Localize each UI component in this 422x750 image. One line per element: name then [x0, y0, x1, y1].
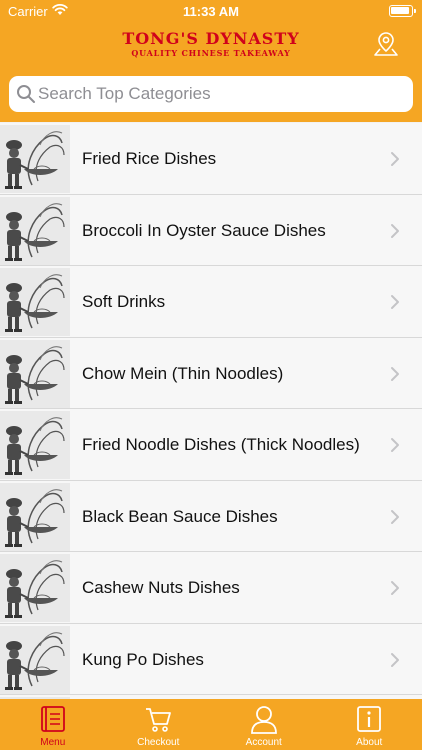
- brand-logo: TONG'S DYNASTY QUALITY CHINESE TAKEAWAY: [0, 29, 422, 59]
- category-row[interactable]: Cashew Nuts Dishes: [0, 552, 422, 624]
- chevron-right-icon: [391, 652, 399, 667]
- status-bar: Carrier 11:33 AM: [0, 0, 422, 22]
- tab-label: Checkout: [137, 737, 180, 748]
- brand-title: TONG'S DYNASTY: [122, 29, 300, 48]
- cart-icon: [146, 708, 172, 732]
- category-label: Black Bean Sauce Dishes: [82, 506, 278, 526]
- search-icon: [17, 85, 35, 103]
- chef-wok-image: [0, 268, 70, 336]
- chevron-right-icon: [391, 223, 399, 238]
- chef-wok-image: [0, 482, 70, 551]
- tab-about[interactable]: About: [317, 699, 422, 750]
- tab-label: Account: [245, 737, 282, 748]
- tab-account[interactable]: Account: [211, 699, 317, 750]
- category-list[interactable]: Fried Rice Dishes Broccoli In Oyster Sau…: [0, 123, 422, 699]
- user-icon: [250, 706, 277, 734]
- navigation-bar: TONG'S DYNASTY QUALITY CHINESE TAKEAWAY: [0, 22, 422, 122]
- category-row[interactable]: Fried Noodle Dishes (Thick Noodles): [0, 409, 422, 481]
- category-label: Cashew Nuts Dishes: [82, 578, 240, 597]
- search-bar[interactable]: [9, 76, 413, 112]
- category-label: Kung Po Dishes: [82, 649, 204, 669]
- chef-wok-image: [0, 125, 70, 193]
- tab-checkout[interactable]: Checkout: [106, 699, 212, 750]
- chevron-right-icon: [391, 366, 399, 381]
- location-pin-icon[interactable]: [372, 30, 400, 58]
- tab-menu[interactable]: Menu: [0, 699, 106, 750]
- category-label: Fried Noodle Dishes (Thick Noodles): [82, 435, 360, 454]
- chevron-right-icon: [391, 509, 399, 524]
- category-row[interactable]: Kung Po Dishes: [0, 623, 422, 695]
- chevron-right-icon: [391, 295, 399, 309]
- category-row[interactable]: Fried Rice Dishes: [0, 123, 422, 195]
- chef-wok-image: [0, 339, 70, 408]
- chef-wok-image: [0, 411, 70, 479]
- chevron-right-icon: [391, 438, 399, 452]
- tab-label: About: [356, 737, 383, 748]
- chevron-right-icon: [391, 152, 399, 166]
- category-row[interactable]: Chow Mein (Thin Noodles): [0, 337, 422, 409]
- chef-wok-image: [0, 625, 70, 694]
- chef-wok-image: [0, 554, 70, 622]
- category-row[interactable]: Soft Drinks: [0, 266, 422, 338]
- tab-label: Menu: [40, 737, 66, 748]
- clock: 11:33 AM: [183, 4, 239, 19]
- category-label: Chow Mein (Thin Noodles): [82, 363, 284, 383]
- info-icon: [357, 706, 382, 732]
- battery-icon: [389, 5, 416, 17]
- category-label: Broccoli In Oyster Sauce Dishes: [82, 220, 326, 240]
- menu-book-icon: [40, 706, 65, 732]
- category-label: Soft Drinks: [82, 292, 166, 311]
- chevron-right-icon: [391, 581, 399, 595]
- chef-wok-image: [0, 196, 70, 265]
- search-input[interactable]: [38, 76, 403, 112]
- brand-subtitle: QUALITY CHINESE TAKEAWAY: [131, 48, 291, 58]
- category-row[interactable]: Broccoli In Oyster Sauce Dishes: [0, 194, 422, 266]
- tab-bar: Menu Checkout Account About: [0, 699, 422, 750]
- category-row[interactable]: Black Bean Sauce Dishes: [0, 480, 422, 552]
- category-label: Fried Rice Dishes: [82, 149, 217, 168]
